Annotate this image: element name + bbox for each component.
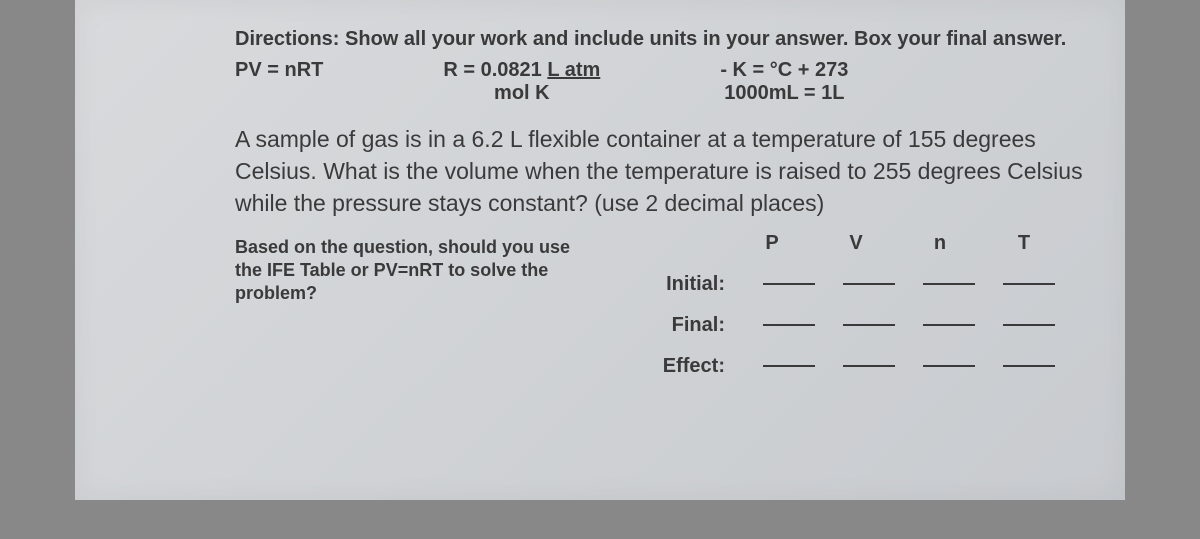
blanks-final: [749, 324, 1069, 326]
header-p: P: [757, 232, 787, 255]
formula-k-top: - K = °C + 273: [720, 59, 848, 82]
worksheet-paper: Directions: Show all your work and inclu…: [75, 0, 1125, 500]
blank-effect-p[interactable]: [763, 365, 815, 367]
blanks-initial: [749, 283, 1069, 285]
formula-k-bottom: 1000mL = 1L: [724, 82, 844, 105]
prompt-text: Based on the question, should you use th…: [235, 236, 575, 306]
blank-initial-v[interactable]: [843, 283, 895, 285]
ife-row-initial: Initial:: [655, 273, 1069, 296]
ife-table: P V n T Initial: Final:: [655, 232, 1069, 378]
ife-row-final: Final:: [655, 314, 1069, 337]
formula-r-bottom: mol K: [494, 82, 550, 105]
header-v: V: [841, 232, 871, 255]
blank-final-n[interactable]: [923, 324, 975, 326]
ife-row-effect: Effect:: [655, 355, 1069, 378]
ife-label-final: Final:: [655, 314, 725, 337]
formula-row: PV = nRT R = 0.0821 L atm mol K - K = °C…: [235, 59, 1085, 105]
header-n: n: [925, 232, 955, 255]
formula-pv-text: PV = nRT: [235, 59, 323, 82]
formula-r-top: R = 0.0821 L atm: [443, 59, 600, 82]
blank-final-t[interactable]: [1003, 324, 1055, 326]
header-t: T: [1009, 232, 1039, 255]
formula-pv: PV = nRT: [235, 59, 323, 82]
directions-text: Directions: Show all your work and inclu…: [235, 28, 1085, 51]
blank-effect-t[interactable]: [1003, 365, 1055, 367]
blanks-effect: [749, 365, 1069, 367]
ife-label-effect: Effect:: [655, 355, 725, 378]
blank-effect-v[interactable]: [843, 365, 895, 367]
blank-initial-n[interactable]: [923, 283, 975, 285]
lower-section: Based on the question, should you use th…: [235, 236, 1085, 378]
blank-final-p[interactable]: [763, 324, 815, 326]
formula-r: R = 0.0821 L atm mol K: [443, 59, 600, 105]
ife-header-row: P V n T: [655, 232, 1069, 255]
formula-k: - K = °C + 273 1000mL = 1L: [720, 59, 848, 105]
blank-final-v[interactable]: [843, 324, 895, 326]
problem-statement: A sample of gas is in a 6.2 L flexible c…: [235, 123, 1085, 220]
blank-initial-t[interactable]: [1003, 283, 1055, 285]
blank-effect-n[interactable]: [923, 365, 975, 367]
blank-initial-p[interactable]: [763, 283, 815, 285]
ife-label-initial: Initial:: [655, 273, 725, 296]
